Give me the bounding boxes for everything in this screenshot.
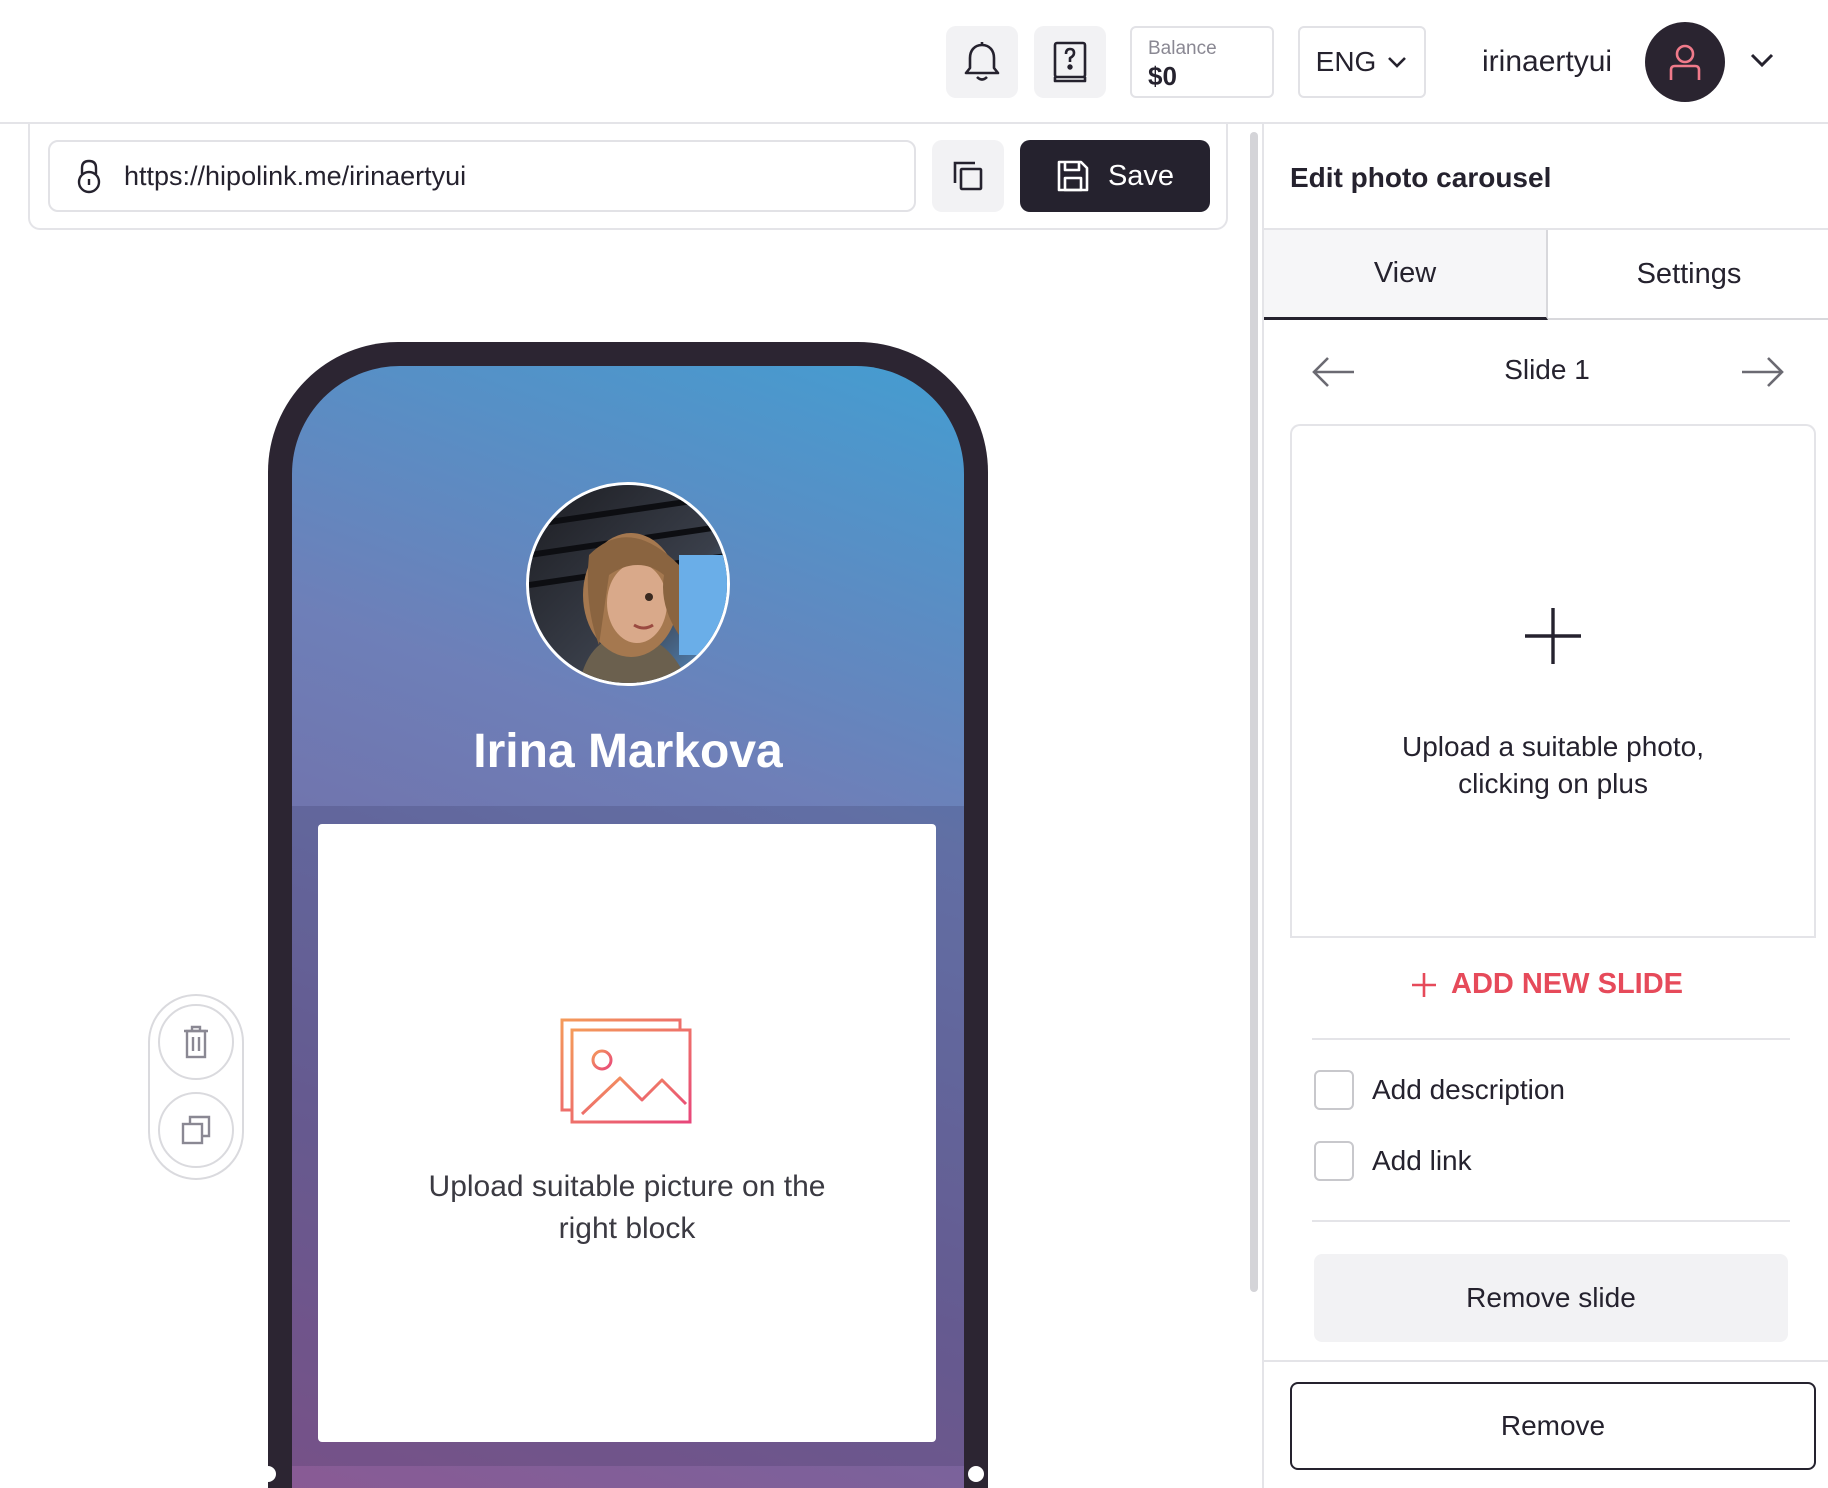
balance-label: Balance [1148, 38, 1217, 59]
section-divider [1312, 1220, 1790, 1222]
language-label: ENG [1315, 46, 1377, 77]
add-description-label: Add description [1372, 1074, 1566, 1105]
tab-settings[interactable]: Settings [1548, 230, 1828, 320]
copy-icon [953, 161, 983, 191]
add-new-slide-button[interactable]: ADD NEW SLIDE [1264, 968, 1828, 1001]
page-url-text: https://hipolink.me/irinaertyui [124, 160, 467, 191]
photo-upload-area[interactable]: Upload a suitable photo, clicking on plu… [1290, 424, 1816, 936]
top-bar: Balance $0 ENG irinaertyui [0, 0, 1828, 124]
balance-value: $0 [1148, 61, 1177, 91]
username[interactable]: irinaertyui [1482, 42, 1612, 82]
phone-screen: Irina Markova Upload suitable picture on… [292, 366, 964, 1488]
arrow-right-icon[interactable] [1738, 352, 1786, 392]
user-avatar-button[interactable] [1645, 22, 1725, 102]
edit-panel: Edit photo carousel View Settings Slide … [1262, 124, 1828, 1488]
add-link-label: Add link [1372, 1145, 1472, 1176]
plus-icon [1525, 608, 1581, 664]
upload-text-line2: clicking on plus [1458, 768, 1648, 799]
panel-footer-divider [1264, 1360, 1828, 1362]
lock-icon [77, 159, 101, 194]
profile-photo[interactable] [526, 482, 730, 686]
user-menu-chevron-icon[interactable] [1748, 46, 1776, 74]
tab-view[interactable]: View [1264, 230, 1548, 320]
resize-handle-left[interactable] [260, 1466, 276, 1482]
profile-name: Irina Markova [473, 725, 783, 778]
user-icon [1669, 44, 1701, 80]
slide-navigation: Slide 1 [1264, 344, 1828, 400]
upload-area-bottom-border [1290, 936, 1816, 938]
balance-box[interactable]: Balance $0 [1130, 26, 1274, 98]
help-book-icon [1053, 41, 1087, 83]
upload-instructions: Upload a suitable photo, clicking on plu… [1402, 728, 1704, 802]
trash-icon [184, 1025, 208, 1059]
remove-block-button[interactable]: Remove [1290, 1382, 1816, 1470]
block-tools [148, 994, 244, 1180]
delete-block-button[interactable] [158, 1004, 234, 1080]
save-label: Save [1107, 159, 1175, 192]
resize-handle-right[interactable] [968, 1466, 984, 1482]
section-divider [1312, 1038, 1790, 1040]
bell-icon [964, 42, 1000, 81]
plus-icon [1412, 972, 1436, 997]
duplicate-block-button[interactable] [158, 1092, 234, 1168]
profile-photo-image [529, 485, 727, 683]
copy-url-button[interactable] [932, 140, 1004, 212]
floppy-disk-icon [1057, 160, 1089, 192]
panel-tabs: View Settings [1264, 230, 1828, 320]
add-new-slide-label: ADD NEW SLIDE [1451, 968, 1683, 1000]
photo-carousel-block[interactable]: Upload suitable picture on the right blo… [318, 824, 936, 1442]
chevron-down-icon [1388, 57, 1407, 68]
help-button[interactable] [1034, 26, 1106, 98]
editor-scrollbar[interactable] [1250, 132, 1258, 1292]
remove-slide-button[interactable]: Remove slide [1314, 1254, 1788, 1342]
add-description-checkbox[interactable] [1314, 1070, 1354, 1110]
add-link-checkbox[interactable] [1314, 1141, 1354, 1181]
carousel-placeholder-text: Upload suitable picture on the right blo… [428, 1170, 826, 1245]
add-link-option[interactable]: Add link [1314, 1141, 1472, 1181]
url-toolbar: https://hipolink.me/irinaertyui Save [28, 124, 1228, 230]
upload-text-line1: Upload a suitable photo, [1402, 731, 1704, 762]
duplicate-icon [181, 1115, 211, 1145]
page-url-field[interactable]: https://hipolink.me/irinaertyui [48, 140, 916, 212]
phone-preview: Irina Markova Upload suitable picture on… [260, 342, 988, 1488]
save-button[interactable]: Save [1020, 140, 1210, 212]
add-description-option[interactable]: Add description [1314, 1070, 1565, 1110]
notifications-button[interactable] [946, 26, 1018, 98]
language-select[interactable]: ENG [1298, 26, 1426, 98]
image-gallery-icon [560, 1018, 692, 1124]
panel-title: Edit photo carousel [1290, 162, 1552, 193]
